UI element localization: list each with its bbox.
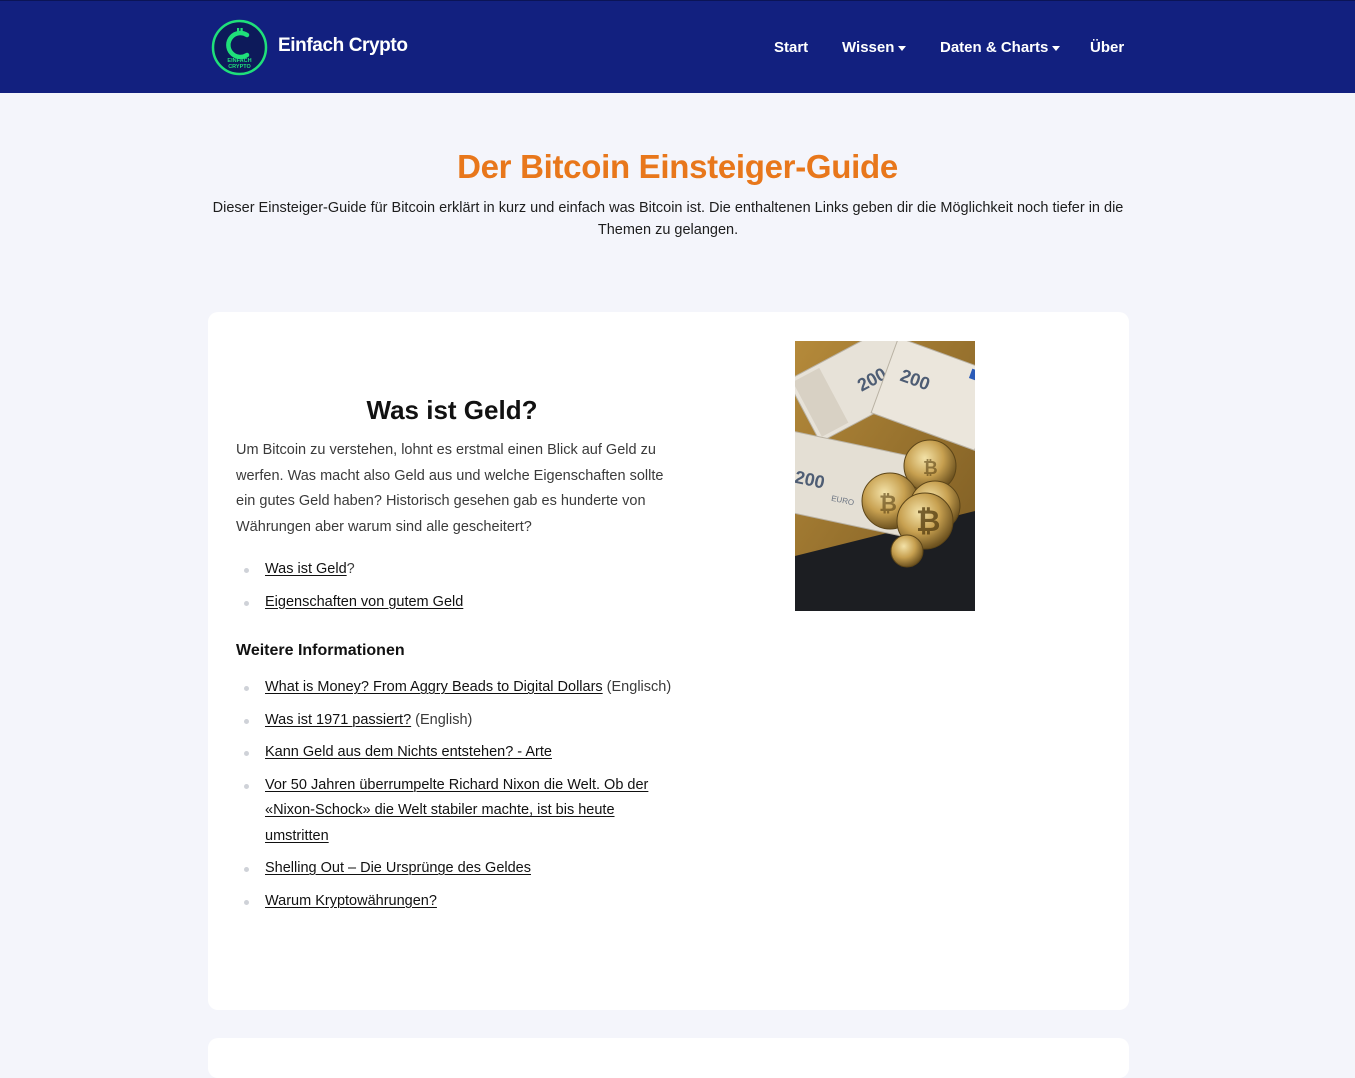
section-card-was-ist-geld: Was ist Geld? Um Bitcoin zu verstehen, l…: [208, 312, 1129, 1010]
link-geld-aus-dem-nichts-arte[interactable]: Kann Geld aus dem Nichts entstehen? - Ar…: [265, 744, 552, 760]
list-item: Was ist 1971 passiert? (English): [236, 708, 676, 734]
nav-start-label: Start: [774, 39, 809, 56]
section-title: Was ist Geld?: [366, 395, 538, 425]
link-suffix: (Englisch): [602, 679, 672, 695]
nav-daten-charts-label: Daten & Charts: [940, 39, 1049, 56]
link-what-is-money[interactable]: What is Money? From Aggry Beads to Digit…: [265, 679, 603, 695]
einfach-crypto-logo-icon[interactable]: EINFACH CRYPTO: [211, 19, 268, 76]
list-item: What is Money? From Aggry Beads to Digit…: [236, 675, 676, 701]
link-was-ist-1971-passiert[interactable]: Was ist 1971 passiert?: [265, 712, 411, 728]
nav-ueber-label: Über: [1090, 39, 1125, 56]
topic-link-list: Was ist Geld? Eigenschaften von gutem Ge…: [236, 557, 676, 615]
list-item: Eigenschaften von gutem Geld: [236, 590, 676, 616]
svg-text:₿: ₿: [923, 458, 938, 479]
list-item: Was ist Geld?: [236, 557, 676, 583]
link-was-ist-geld[interactable]: Was ist Geld: [265, 561, 347, 577]
nav-daten-charts[interactable]: Daten & Charts: [940, 39, 1061, 56]
nav-ueber[interactable]: Über: [1090, 39, 1124, 56]
more-info-heading: Weitere Informationen: [236, 642, 405, 659]
section-body: Um Bitcoin zu verstehen, lohnt es erstma…: [236, 442, 664, 535]
list-item: Vor 50 Jahren überrumpelte Richard Nixon…: [236, 773, 676, 850]
more-info-link-list: What is Money? From Aggry Beads to Digit…: [236, 675, 676, 914]
svg-text:₿: ₿: [879, 492, 897, 517]
list-item: Shelling Out – Die Ursprünge des Geldes: [236, 856, 676, 882]
page-intro: Dieser Einsteiger-Guide für Bitcoin erkl…: [212, 200, 1124, 238]
link-suffix: (English): [411, 711, 473, 728]
brand-name[interactable]: Einfach Crypto: [278, 35, 408, 57]
list-item: Warum Kryptowährungen?: [236, 889, 676, 915]
nav-start[interactable]: Start: [774, 39, 808, 56]
nav-wissen-label: Wissen: [842, 39, 895, 56]
next-section-card: [208, 1038, 1129, 1078]
link-shelling-out[interactable]: Shelling Out – Die Ursprünge des Geldes: [265, 860, 531, 876]
caret-down-icon: [898, 45, 907, 51]
link-warum-kryptowaehrungen[interactable]: Warum Kryptowährungen?: [265, 893, 437, 909]
svg-text:₿: ₿: [916, 504, 940, 539]
page-title: Der Bitcoin Einsteiger-Guide: [457, 148, 898, 185]
site-header: EINFACH CRYPTO Einfach Crypto Start Wiss…: [0, 0, 1355, 93]
link-nixon-schock[interactable]: Vor 50 Jahren überrumpelte Richard Nixon…: [265, 777, 648, 844]
caret-down-icon: [1052, 45, 1061, 51]
link-suffix: ?: [346, 561, 355, 577]
logo-text-bottom: CRYPTO: [228, 64, 251, 70]
link-eigenschaften-gutes-geld[interactable]: Eigenschaften von gutem Geld: [265, 594, 463, 610]
bitcoin-coins-banknotes-photo: 200 200 200 EURO ₿ ₿ ₿: [795, 341, 975, 611]
nav-wissen[interactable]: Wissen: [842, 39, 907, 56]
list-item: Kann Geld aus dem Nichts entstehen? - Ar…: [236, 740, 676, 766]
